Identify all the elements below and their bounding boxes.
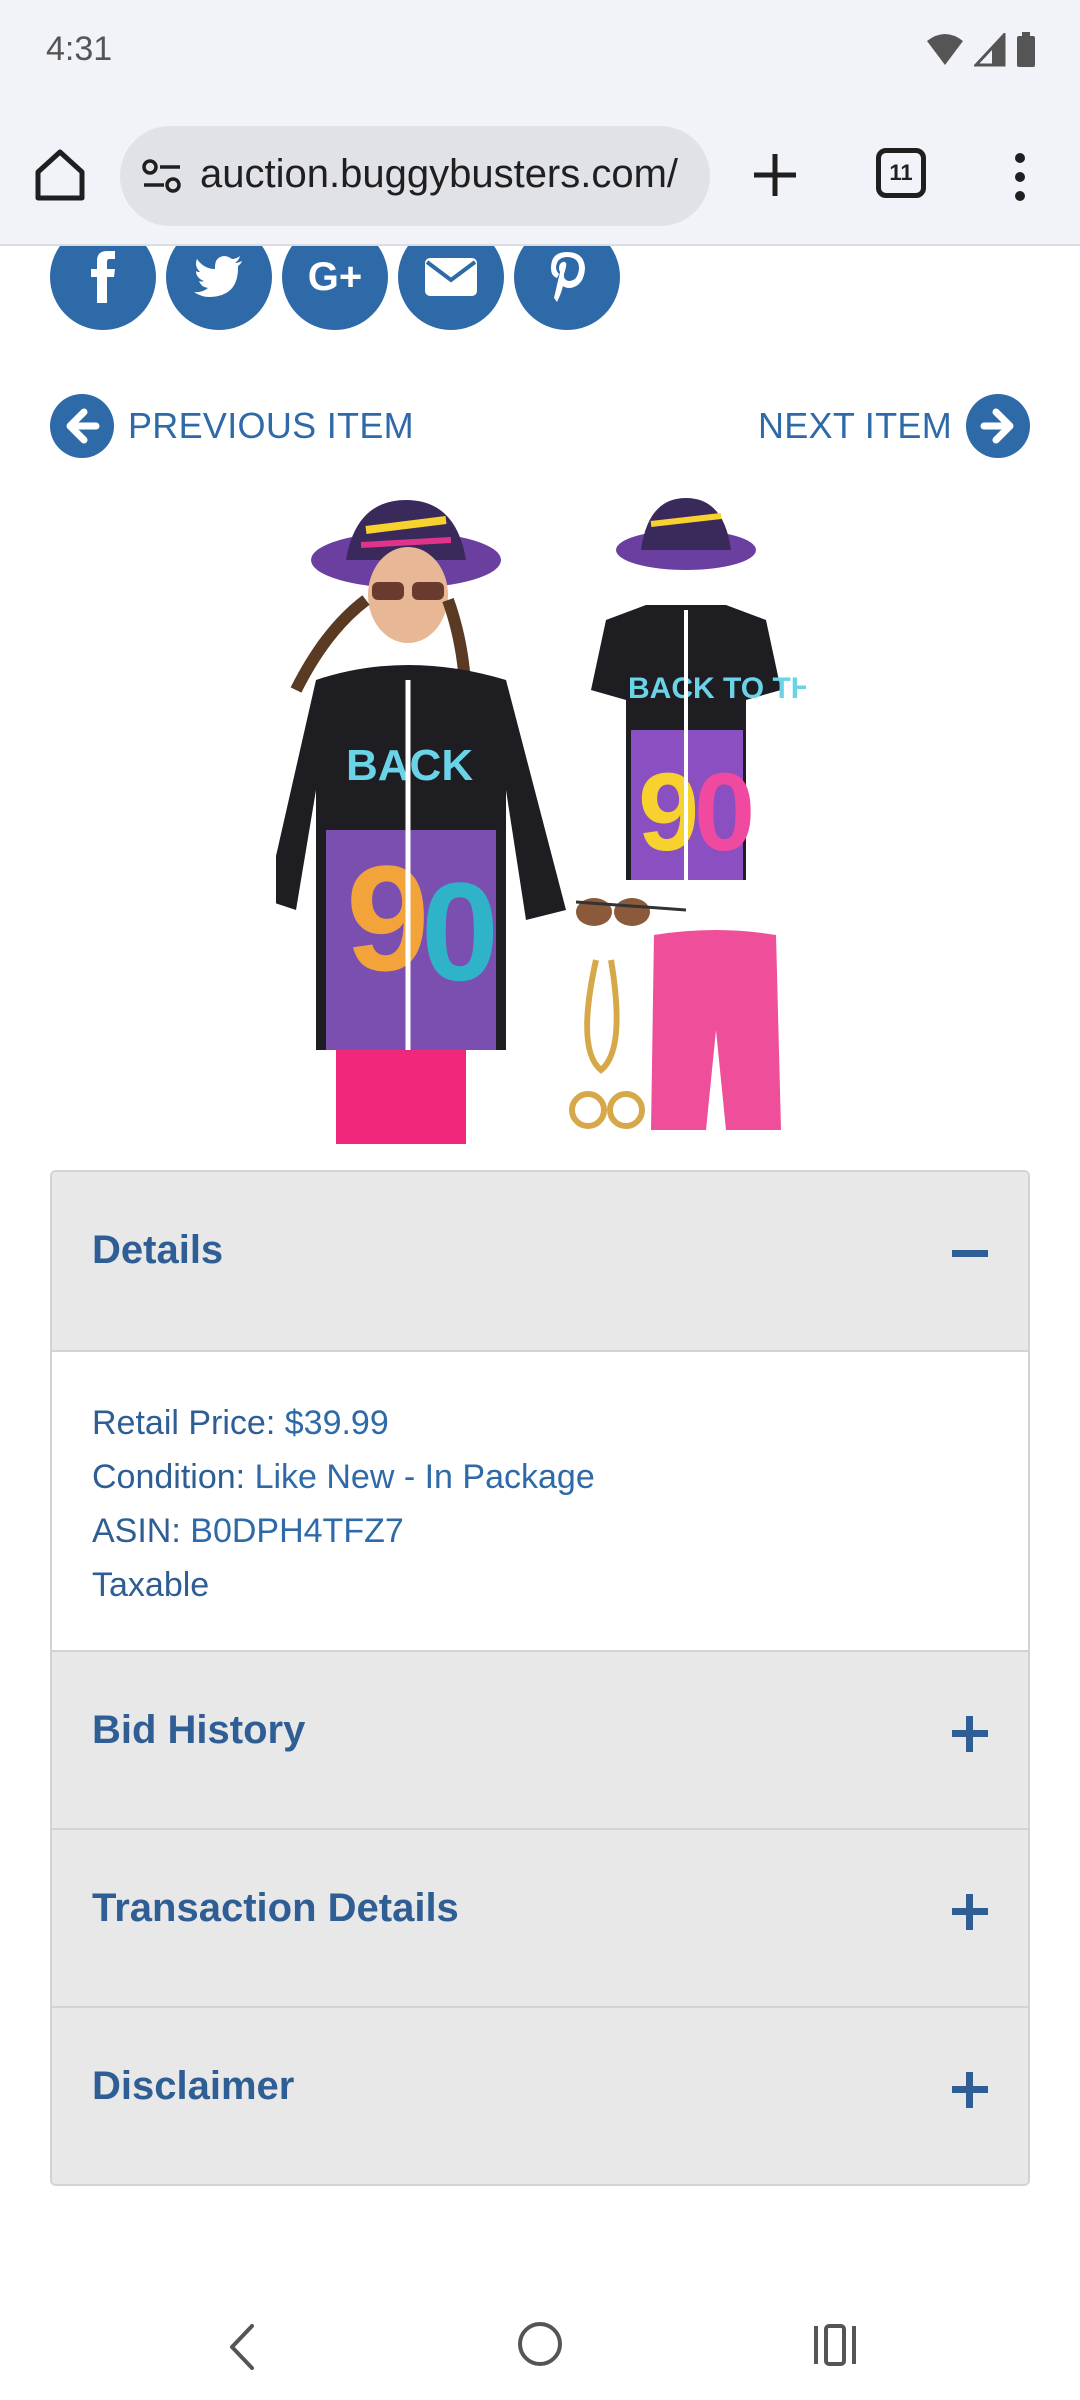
browser-toolbar: auction.buggybusters.com/ 11	[0, 104, 1080, 246]
condition-row: Condition: Like New - In Package	[92, 1458, 595, 1496]
condition-value: Like New - In Package	[254, 1458, 595, 1496]
address-bar[interactable]: auction.buggybusters.com/	[120, 126, 710, 226]
email-icon	[425, 258, 477, 296]
twitter-icon	[194, 256, 242, 297]
arrow-left-circle-icon	[50, 394, 114, 458]
condition-label: Condition	[92, 1458, 236, 1496]
share-google-plus-button[interactable]: G+	[282, 246, 388, 330]
status-time: 4:31	[46, 30, 113, 68]
bid-history-title: Bid History	[92, 1708, 306, 1752]
product-image[interactable]: 9 0 BACK 9 0 BACK TO THE	[276, 490, 806, 1144]
facebook-icon	[91, 251, 115, 303]
arrow-right-circle-icon	[966, 394, 1030, 458]
asin-label: ASIN	[92, 1512, 172, 1550]
item-info-accordion: Details Retail Price: $39.99 Condition: …	[50, 1170, 1030, 2186]
previous-item-label: PREVIOUS ITEM	[128, 405, 414, 446]
battery-icon	[1017, 32, 1035, 67]
transaction-details-title: Transaction Details	[92, 1886, 459, 1930]
home-nav-icon[interactable]	[518, 2322, 562, 2366]
details-header[interactable]: Details	[52, 1172, 1028, 1350]
previous-item-link[interactable]: PREVIOUS ITEM	[50, 394, 414, 458]
new-tab-icon[interactable]	[748, 148, 802, 202]
svg-text:0: 0	[694, 751, 755, 874]
retail-price-value: $39.99	[284, 1404, 389, 1442]
svg-text:9: 9	[346, 834, 429, 1002]
back-icon[interactable]	[224, 2322, 260, 2372]
share-buttons: G+	[50, 246, 620, 330]
signal-icon	[974, 33, 1006, 67]
more-options-icon[interactable]	[1000, 150, 1040, 204]
tab-switcher-button[interactable]: 11	[876, 148, 926, 198]
pinterest-icon	[551, 252, 585, 302]
asin-value: B0DPH4TFZ7	[190, 1512, 404, 1550]
svg-text:0: 0	[421, 853, 499, 1010]
disclaimer-title: Disclaimer	[92, 2064, 295, 2108]
share-email-button[interactable]	[398, 246, 504, 330]
system-navigation-bar	[0, 2300, 1080, 2400]
svg-text:9: 9	[638, 751, 699, 874]
details-body: Retail Price: $39.99 Condition: Like New…	[52, 1350, 1028, 1650]
url-text: auction.buggybusters.com/	[200, 152, 679, 196]
share-facebook-button[interactable]	[50, 246, 156, 330]
expand-icon[interactable]	[950, 1714, 990, 1754]
expand-icon[interactable]	[950, 1892, 990, 1932]
taxable-label: Taxable	[92, 1566, 210, 1604]
collapse-icon[interactable]	[950, 1234, 990, 1274]
taxable-row: Taxable	[92, 1558, 988, 1612]
details-title: Details	[92, 1228, 224, 1272]
transaction-details-header[interactable]: Transaction Details	[52, 1828, 1028, 2006]
recent-apps-icon[interactable]	[812, 2322, 858, 2368]
share-twitter-button[interactable]	[166, 246, 272, 330]
wifi-icon	[927, 34, 963, 65]
asin-row: ASIN: B0DPH4TFZ7	[92, 1512, 404, 1550]
share-pinterest-button[interactable]	[514, 246, 620, 330]
next-item-link[interactable]: NEXT ITEM	[758, 394, 1030, 458]
status-bar: 4:31	[0, 0, 1080, 104]
google-plus-icon: G+	[307, 254, 363, 299]
disclaimer-header[interactable]: Disclaimer	[52, 2006, 1028, 2184]
svg-text:BACK TO THE: BACK TO THE	[628, 672, 806, 705]
retail-price-row: Retail Price: $39.99	[92, 1404, 389, 1442]
next-item-label: NEXT ITEM	[757, 405, 952, 446]
site-settings-icon[interactable]	[142, 158, 182, 194]
status-icons	[926, 32, 1036, 68]
tab-count: 11	[889, 160, 913, 185]
expand-icon[interactable]	[950, 2070, 990, 2110]
retail-price-label: Retail Price	[92, 1404, 266, 1442]
bid-history-header[interactable]: Bid History	[52, 1650, 1028, 1828]
home-icon[interactable]	[30, 144, 90, 204]
